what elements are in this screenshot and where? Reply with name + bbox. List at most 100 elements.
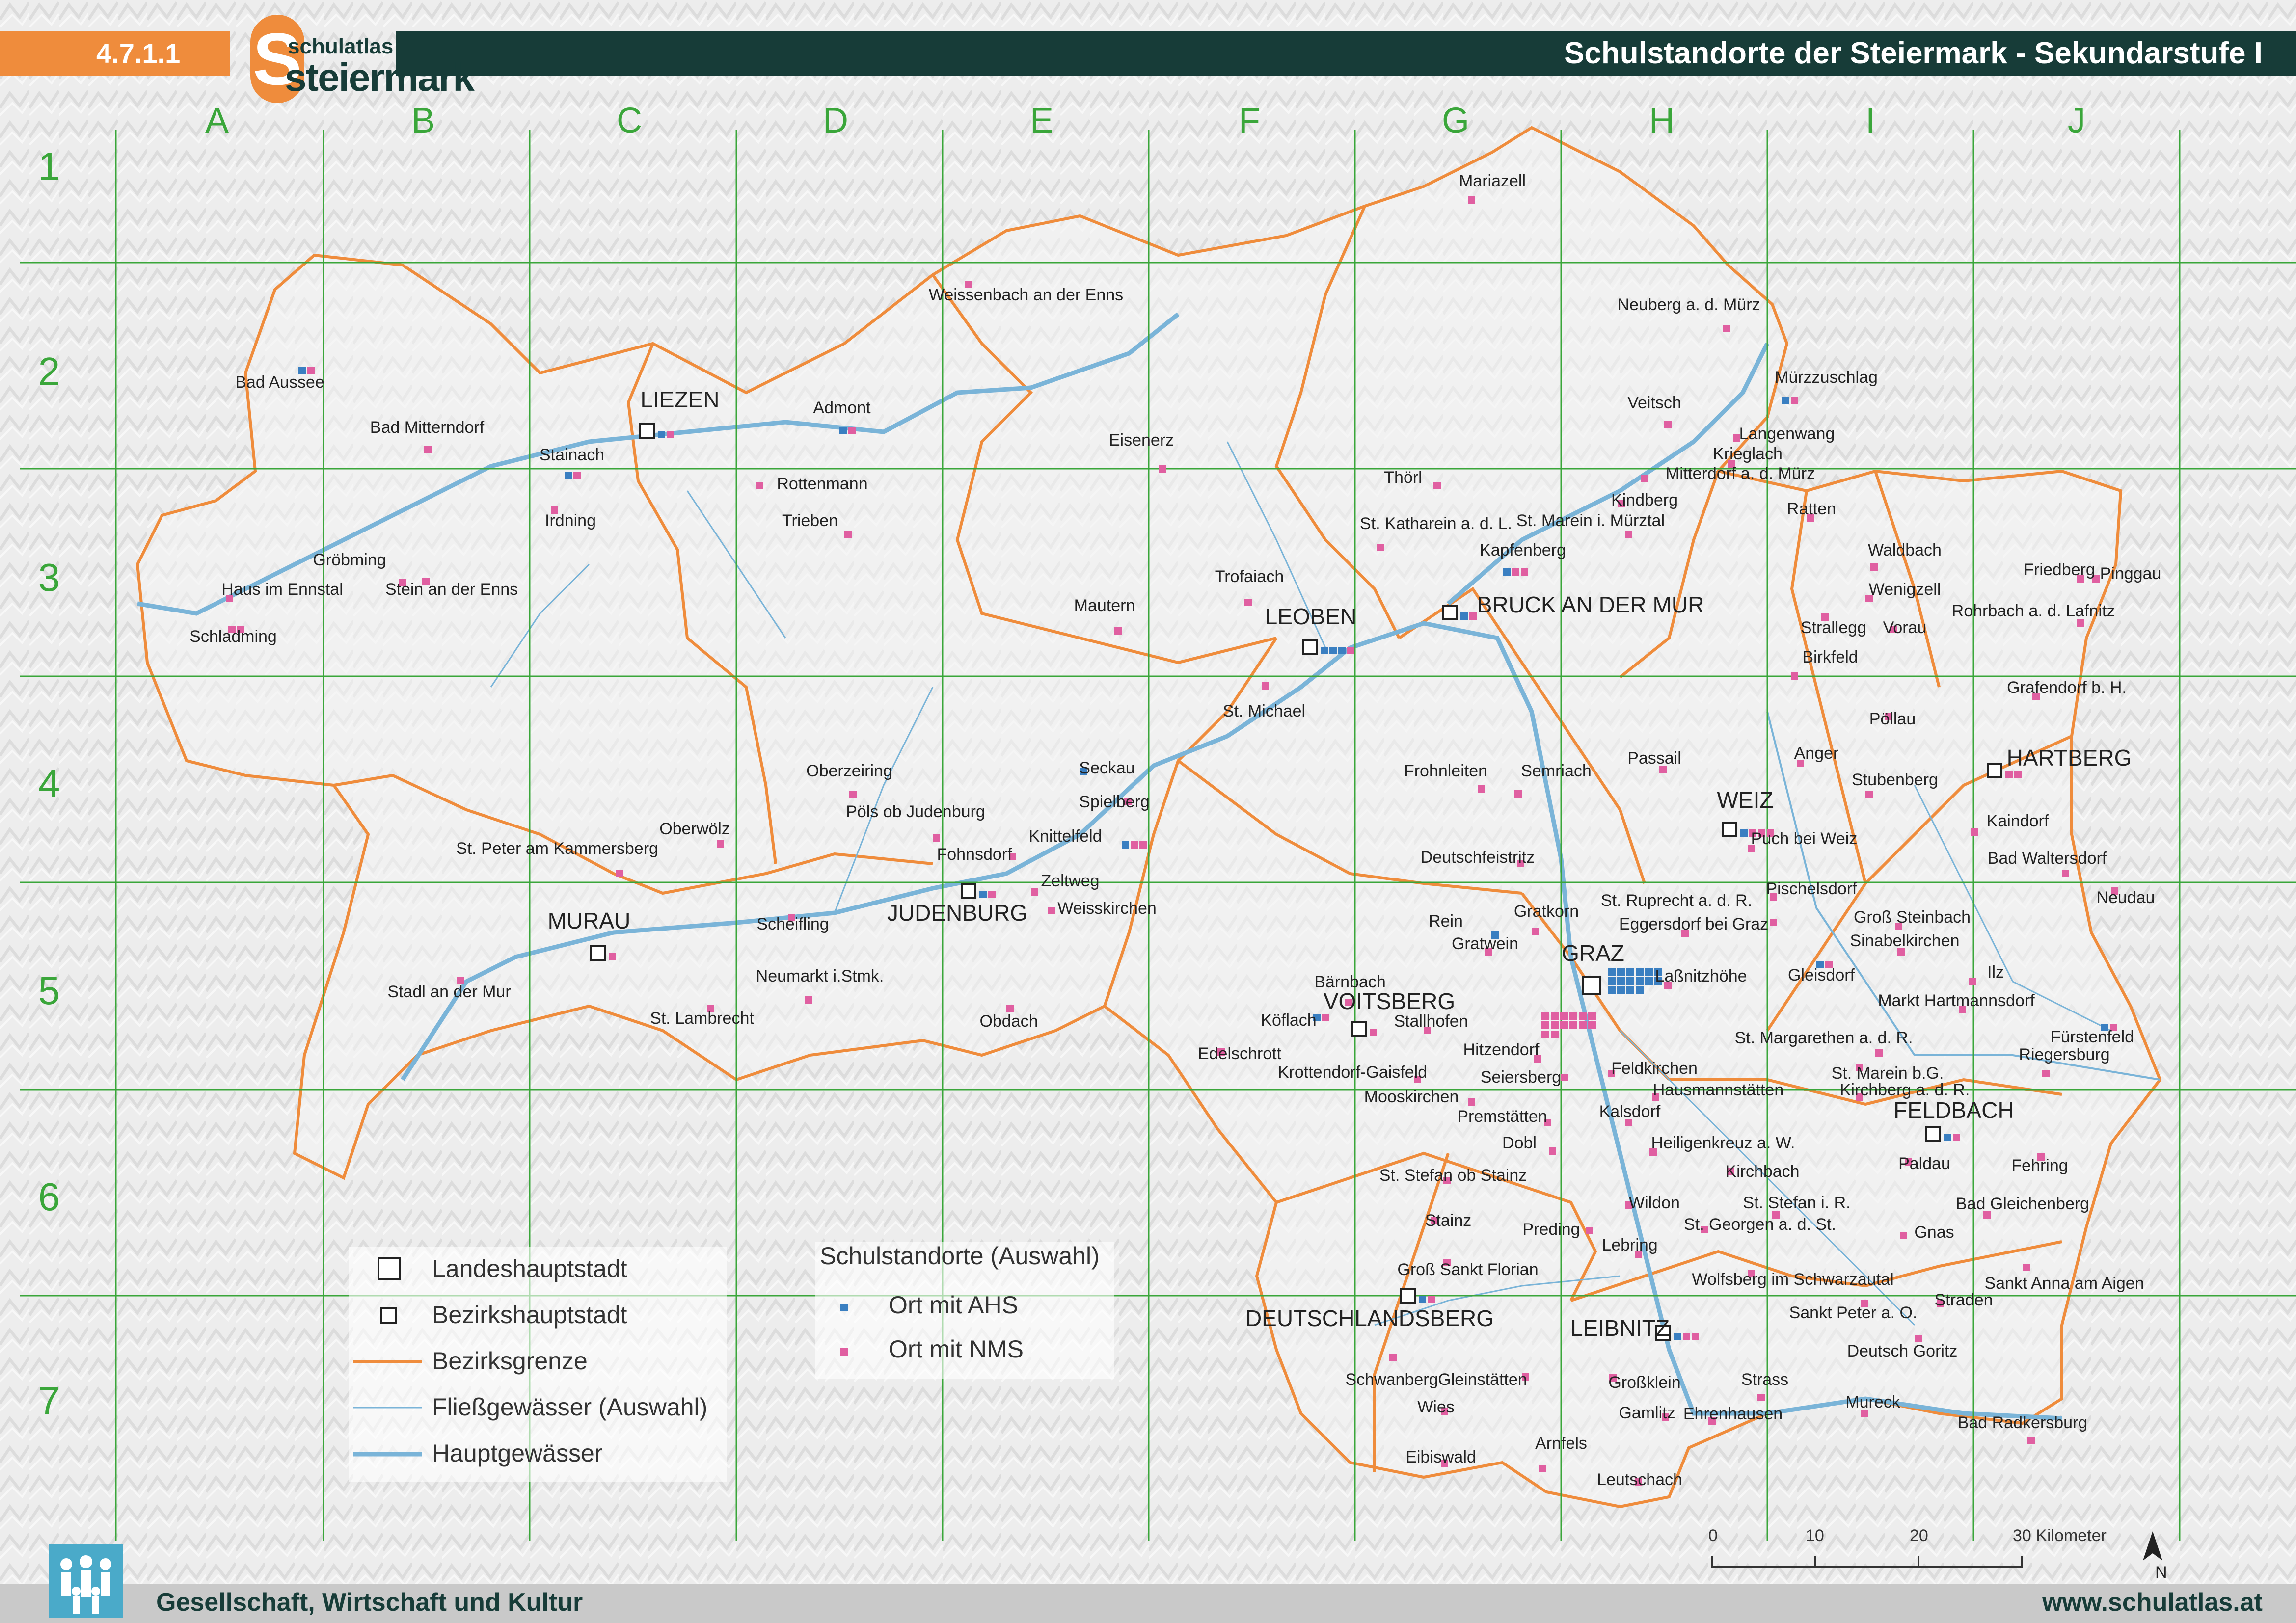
nms-marker bbox=[424, 446, 432, 453]
place-bruck-an-der-mur[interactable]: BRUCK AN DER MUR bbox=[1442, 592, 1704, 620]
nms-marker bbox=[1541, 1012, 1549, 1020]
place-label: Hitzendorf bbox=[1463, 1040, 1540, 1059]
ahs-marker bbox=[1608, 968, 1616, 976]
nms-marker bbox=[1006, 1005, 1014, 1012]
place-mooskirchen[interactable]: Mooskirchen bbox=[1364, 1088, 1475, 1106]
place-kindberg[interactable]: Kindberg bbox=[1611, 491, 1678, 509]
nms-marker bbox=[1322, 1014, 1329, 1021]
place-label: Wolfsberg im Schwarzautal bbox=[1692, 1270, 1893, 1289]
footer-bar: Gesellschaft, Wirtschaft und Kultur www.… bbox=[0, 1584, 2296, 1623]
place-label: St. Peter am Kammersberg bbox=[456, 839, 658, 858]
place-label: Veitsch bbox=[1627, 394, 1681, 412]
place-st-marein-b-g-[interactable]: St. Marein b.G. bbox=[1832, 1064, 1944, 1083]
ahs-marker bbox=[1636, 968, 1644, 976]
nms-marker bbox=[573, 472, 581, 479]
nms-marker bbox=[616, 870, 623, 877]
place-label: MURAU bbox=[548, 908, 631, 933]
place-label: BRUCK AN DER MUR bbox=[1477, 592, 1704, 617]
legend-label: Landeshauptstadt bbox=[432, 1255, 627, 1282]
nms-marker bbox=[2062, 870, 2069, 877]
schulatlas-logo[interactable]: S schulatlas steiermark bbox=[250, 15, 475, 103]
place-wildon[interactable]: Wildon bbox=[1625, 1194, 1680, 1212]
nms-marker bbox=[1969, 978, 1976, 985]
place-gamlitz[interactable]: Gamlitz bbox=[1619, 1404, 1675, 1422]
place-wolfsberg-im-schwarzautal[interactable]: Wolfsberg im Schwarzautal bbox=[1692, 1270, 1894, 1289]
district-capital-symbol bbox=[1925, 1126, 1941, 1142]
place-label: Wenigzell bbox=[1869, 580, 1941, 599]
grid-column-label: B bbox=[411, 101, 435, 140]
nms-marker bbox=[1692, 1333, 1699, 1340]
place-stein-an-der-enns[interactable]: Stein an der Enns bbox=[385, 578, 518, 599]
place-kirchbach[interactable]: Kirchbach bbox=[1725, 1162, 1799, 1181]
place-fohnsdorf[interactable]: Fohnsdorf bbox=[937, 845, 1016, 864]
nms-marker bbox=[1770, 919, 1777, 926]
place-großklein[interactable]: Großklein bbox=[1608, 1373, 1680, 1392]
place-label: Rottenmann bbox=[777, 475, 867, 493]
place-label: Laßnitzhöhe bbox=[1655, 967, 1747, 985]
place-label: Mitterdorf a. d. Mürz bbox=[1666, 464, 1815, 483]
place-straden[interactable]: Straden bbox=[1934, 1291, 1993, 1309]
place-label: Sankt Anna am Aigen bbox=[1984, 1274, 2144, 1293]
place-hausmannstätten[interactable]: Hausmannstätten bbox=[1652, 1081, 1783, 1101]
place-seckau[interactable]: Seckau bbox=[1079, 759, 1134, 777]
ahs-marker bbox=[1636, 977, 1644, 985]
place-label: Leutschach bbox=[1597, 1470, 1682, 1489]
nms-marker bbox=[848, 427, 856, 434]
place-stainz[interactable]: Stainz bbox=[1425, 1211, 1472, 1230]
place-label: St. Michael bbox=[1223, 702, 1305, 720]
place-label: Pinggau bbox=[2100, 564, 2161, 583]
scale-tick-label: 20 bbox=[1910, 1526, 1928, 1545]
place-eibiswald[interactable]: Eibiswald bbox=[1405, 1448, 1476, 1467]
place-pöllau[interactable]: Pöllau bbox=[1869, 710, 1916, 728]
place-ehrenhausen[interactable]: Ehrenhausen bbox=[1683, 1405, 1783, 1425]
place-st-stefan-ob-stainz[interactable]: St. Stefan ob Stainz bbox=[1379, 1166, 1527, 1185]
nms-marker bbox=[2023, 1264, 2030, 1271]
place-premstätten[interactable]: Premstätten bbox=[1457, 1107, 1551, 1126]
nms-marker bbox=[1478, 785, 1485, 793]
place-pischelsdorf[interactable]: Pischelsdorf bbox=[1766, 879, 1857, 901]
place-label: Pöls ob Judenburg bbox=[846, 802, 985, 821]
place-label: Neuberg a. d. Mürz bbox=[1617, 295, 1760, 314]
nms-marker bbox=[1757, 1394, 1765, 1401]
place-langenwang[interactable]: Langenwang bbox=[1733, 425, 1835, 443]
grid-column-label: J bbox=[2068, 101, 2085, 140]
place-label: Köflach bbox=[1261, 1011, 1316, 1030]
place-gratwein[interactable]: Gratwein bbox=[1452, 934, 1518, 956]
place-paldau[interactable]: Paldau bbox=[1898, 1154, 1950, 1173]
nms-marker bbox=[756, 482, 763, 489]
place-edelschrott[interactable]: Edelschrott bbox=[1198, 1044, 1282, 1063]
place-label: Gröbming bbox=[313, 551, 386, 569]
place-neudau[interactable]: Neudau bbox=[2096, 887, 2155, 907]
ahs-marker bbox=[1338, 647, 1346, 654]
place-mitterdorf-a-d-mürz[interactable]: Mitterdorf a. d. Mürz bbox=[1641, 464, 1815, 483]
place-label: HARTBERG bbox=[2007, 745, 2132, 771]
place-label: Stainach bbox=[540, 446, 604, 464]
place-fehring[interactable]: Fehring bbox=[2011, 1153, 2068, 1175]
footer-url[interactable]: www.schulatlas.at bbox=[2042, 1588, 2263, 1617]
place-label: Stein an der Enns bbox=[385, 580, 518, 599]
place-seiersberg[interactable]: Seiersberg bbox=[1481, 1068, 1568, 1087]
place-label: Grafendorf b. H. bbox=[2007, 678, 2127, 697]
place-krottendorf-gaisfeld[interactable]: Krottendorf-Gaisfeld bbox=[1278, 1063, 1427, 1083]
ahs-marker bbox=[1782, 397, 1789, 404]
place-gleinstätten[interactable]: Gleinstätten bbox=[1438, 1370, 1529, 1389]
place-wies[interactable]: Wies bbox=[1417, 1398, 1455, 1416]
place-schladming[interactable]: Schladming bbox=[189, 626, 277, 646]
place-label: Semriach bbox=[1521, 762, 1592, 780]
place-scheifling[interactable]: Scheifling bbox=[756, 914, 829, 933]
nms-marker bbox=[1551, 1021, 1559, 1029]
place-label: Sankt Peter a. O. bbox=[1789, 1304, 1918, 1322]
place-st-georgen-a-d-st-[interactable]: St. Georgen a. d. St. bbox=[1684, 1215, 1836, 1234]
place-groß-sankt-florian[interactable]: Groß Sankt Florian bbox=[1397, 1259, 1539, 1279]
place-feldkirchen[interactable]: Feldkirchen bbox=[1608, 1059, 1698, 1078]
place-label: Sinabelkirchen bbox=[1850, 931, 1959, 950]
place-leutschach[interactable]: Leutschach bbox=[1597, 1470, 1682, 1489]
place-weisskirchen[interactable]: Weisskirchen bbox=[1048, 899, 1157, 918]
place-label: Neumarkt i.Stmk. bbox=[756, 967, 884, 985]
place-spielberg[interactable]: Spielberg bbox=[1079, 793, 1150, 811]
nms-marker bbox=[988, 891, 996, 898]
place-deutschfeistritz[interactable]: Deutschfeistritz bbox=[1421, 848, 1535, 867]
place-vorau[interactable]: Vorau bbox=[1883, 618, 1927, 637]
nms-marker bbox=[1560, 1021, 1568, 1029]
school-legend: Schulstandorte (Auswahl) Ort mit AHS Ort… bbox=[815, 1242, 1114, 1379]
